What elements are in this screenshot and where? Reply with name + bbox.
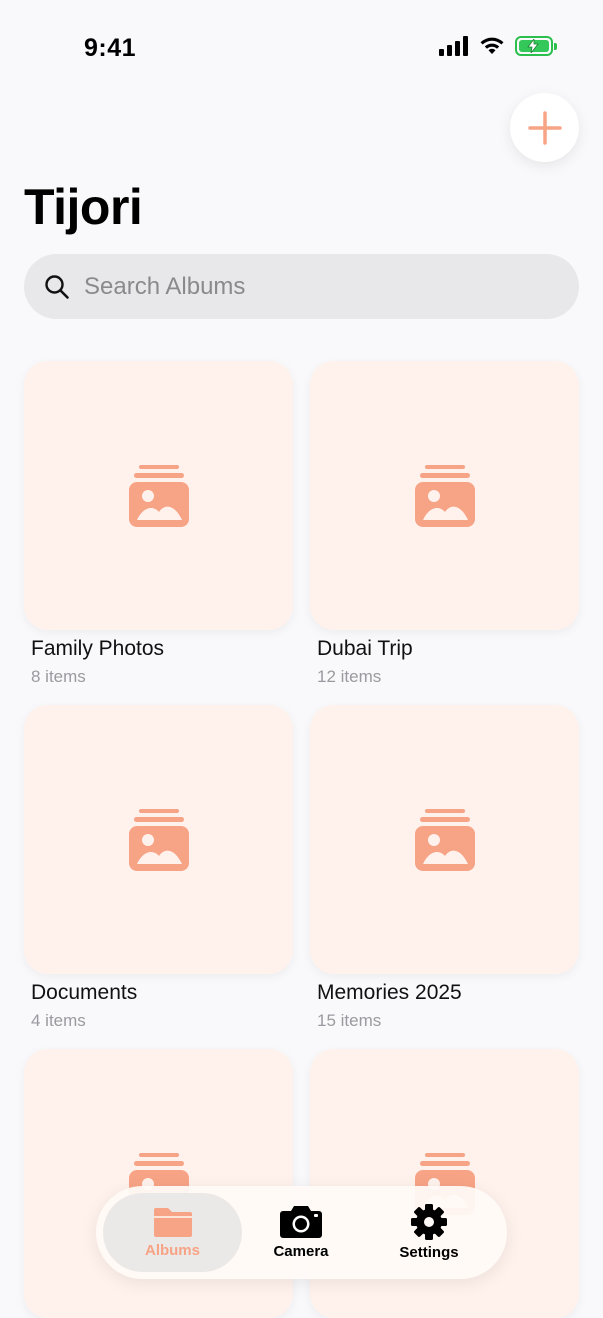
wifi-icon [480, 37, 504, 54]
album-thumbnail [310, 705, 579, 974]
page-title: Tijori [24, 179, 143, 235]
album-card[interactable]: Documents 4 items [24, 705, 293, 1030]
tab-albums[interactable]: Albums [103, 1193, 242, 1272]
search-icon [45, 274, 69, 299]
gear-icon [411, 1204, 447, 1240]
album-item-count: 15 items [317, 1011, 382, 1030]
photo-stack-icon [414, 464, 475, 527]
album-item-count: 4 items [31, 1011, 86, 1030]
tab-label: Camera [273, 1243, 329, 1260]
tab-settings[interactable]: Settings [364, 1193, 494, 1272]
album-name: Dubai Trip [317, 637, 413, 660]
battery-icon [515, 36, 557, 56]
tab-label: Settings [399, 1244, 459, 1261]
status-bar: 9:41 [0, 0, 603, 96]
album-card[interactable]: Memories 2025 15 items [310, 705, 579, 1030]
album-card[interactable]: Dubai Trip 12 items [310, 361, 579, 686]
album-card[interactable]: Family Photos 8 items [24, 361, 293, 686]
cellular-signal-icon [439, 36, 468, 56]
tab-camera[interactable]: Camera [236, 1193, 366, 1272]
album-name: Memories 2025 [317, 981, 462, 1004]
photo-stack-icon [128, 808, 189, 871]
tab-bar: Albums Camera Settings [96, 1186, 507, 1279]
album-item-count: 8 items [31, 667, 86, 686]
status-time: 9:41 [84, 34, 137, 62]
album-item-count: 12 items [317, 667, 382, 686]
search-input[interactable] [82, 271, 526, 302]
album-name: Documents [31, 981, 138, 1004]
status-icons [439, 36, 557, 56]
folder-icon [153, 1208, 192, 1237]
search-bar[interactable] [24, 254, 579, 319]
album-name: Family Photos [31, 637, 165, 660]
album-thumbnail [24, 705, 293, 974]
photo-stack-icon [128, 464, 189, 527]
plus-icon [527, 110, 562, 145]
album-thumbnail [310, 361, 579, 630]
album-thumbnail [24, 361, 293, 630]
tab-label: Albums [144, 1242, 200, 1259]
add-album-button[interactable] [510, 93, 579, 162]
camera-icon [280, 1206, 322, 1238]
photo-stack-icon [414, 808, 475, 871]
